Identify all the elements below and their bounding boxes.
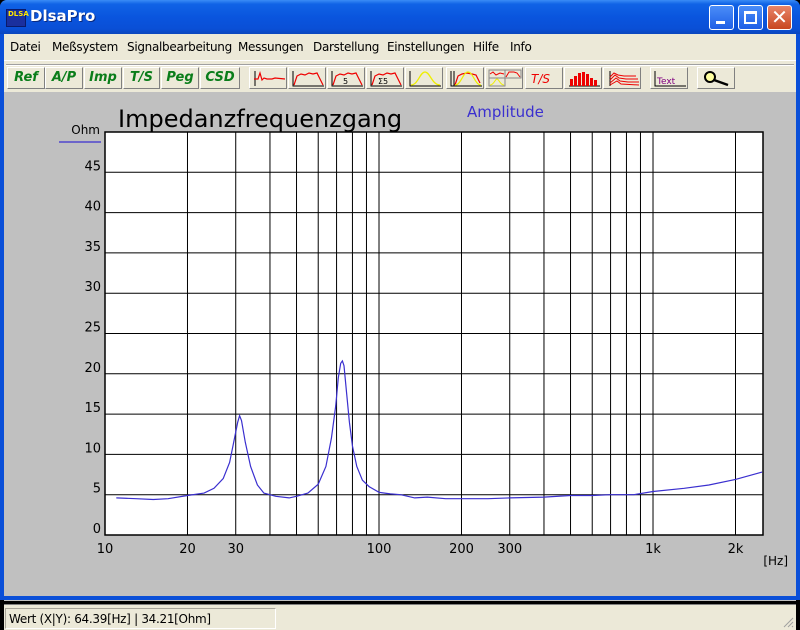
peg-button[interactable]: Peg — [161, 67, 199, 89]
window-function-button[interactable] — [405, 67, 443, 89]
impedance-chart[interactable]: Impedanzfrequenzgang Amplitude Ohm 05101… — [4, 92, 796, 601]
frequency-response-button[interactable] — [288, 67, 326, 89]
ref-button[interactable]: Ref — [7, 67, 45, 89]
status-bar: Wert (X|Y): 64.39[Hz] | 34.21[Ohm] — [4, 604, 796, 630]
y-tick-label: 15 — [84, 401, 101, 416]
x-tick-label: 10 — [97, 542, 114, 557]
impulse-response-icon — [254, 70, 286, 86]
title-bar[interactable]: DLSA DlsaPro ✕ — [0, 0, 800, 34]
window-bottom-border — [0, 596, 800, 600]
menu-darstellung[interactable]: Darstellung — [313, 40, 379, 54]
x-tick-label: 20 — [179, 542, 196, 557]
zoom-magnifier-icon — [704, 71, 729, 87]
filter-overlay-button[interactable] — [446, 67, 484, 89]
y-axis-unit: Ohm — [71, 123, 100, 137]
menu-bar: Datei Meßsystem Signalbearbeitung Messun… — [4, 34, 796, 60]
zoom-button[interactable] — [697, 67, 735, 89]
impulse-button[interactable] — [249, 67, 287, 89]
menu-messungen[interactable]: Messungen — [238, 40, 304, 54]
cursor-value-readout: Wert (X|Y): 64.39[Hz] | 34.21[Ohm] — [5, 608, 276, 629]
waterfall-button[interactable] — [603, 67, 641, 89]
x-tick-labels: 10 20 30 100 200 300 1k 2k — [97, 542, 744, 557]
chart-title: Impedanzfrequenzgang — [118, 105, 402, 133]
thiele-small-icon: T/S — [531, 72, 550, 86]
multi-view-icon — [488, 69, 522, 87]
menu-signalbearbeitung[interactable]: Signalbearbeitung — [127, 40, 232, 54]
waterfall-icon — [609, 71, 640, 86]
close-button[interactable]: ✕ — [767, 5, 792, 30]
frequency-response-5-icon: 5 — [331, 71, 363, 87]
menu-info[interactable]: Info — [510, 40, 532, 54]
y-tick-label: 45 — [84, 159, 101, 174]
toolbar-separator — [6, 64, 794, 66]
thiele-small-button[interactable]: T/S — [123, 67, 160, 89]
x-tick-label: 1k — [645, 542, 661, 557]
y-tick-labels: 0 5 10 15 20 25 30 35 40 45 — [84, 159, 101, 537]
text-icon: Text — [654, 71, 686, 87]
close-icon: ✕ — [771, 5, 788, 29]
y-tick-label: 0 — [93, 522, 101, 537]
bar-spectrum-icon — [569, 72, 600, 87]
svg-text:Text: Text — [656, 77, 676, 87]
y-tick-label: 20 — [84, 361, 101, 376]
impedance-button[interactable]: Imp — [84, 67, 122, 89]
svg-text:5: 5 — [343, 77, 348, 86]
y-tick-label: 30 — [84, 280, 101, 295]
chart-area: Impedanzfrequenzgang Amplitude Ohm 0 5 10 1… — [4, 92, 796, 601]
y-tick-label: 35 — [84, 240, 101, 255]
x-tick-label: 200 — [449, 542, 474, 557]
frequency-response-icon — [292, 71, 324, 87]
legend-amplitude: Amplitude — [467, 103, 544, 121]
minimize-button[interactable] — [709, 5, 734, 30]
maximize-button[interactable] — [738, 5, 763, 30]
thiele-small-params-button[interactable]: T/S — [525, 67, 563, 89]
frequency-response-sum5-icon: Σ5 — [370, 71, 402, 87]
x-tick-label: 2k — [728, 542, 744, 557]
y-tick-label: 10 — [84, 441, 101, 456]
svg-text:Σ5: Σ5 — [378, 77, 388, 86]
app-window: DLSA DlsaPro ✕ Datei Meßsystem Signalbea… — [0, 0, 800, 630]
window-title: DlsaPro — [30, 7, 96, 25]
x-axis-unit: [Hz] — [763, 554, 788, 568]
menu-datei[interactable]: Datei — [10, 40, 41, 54]
amplitude-phase-button[interactable]: A/P — [45, 67, 83, 89]
text-button[interactable]: Text — [650, 67, 688, 89]
y-tick-label: 40 — [84, 200, 101, 215]
frequency-response-sum5-button[interactable]: Σ5 — [366, 67, 404, 89]
svg-text:T/S: T/S — [531, 72, 550, 86]
bar-spectrum-button[interactable] — [564, 67, 602, 89]
y-tick-label: 25 — [84, 321, 101, 336]
toolbar: Ref A/P Imp T/S Peg CSD 5 Σ5 T/S Text — [4, 60, 796, 94]
window-function-icon — [409, 71, 441, 87]
x-tick-label: 100 — [367, 542, 392, 557]
app-logo-icon: DLSA — [6, 9, 29, 27]
minimize-icon — [716, 21, 725, 24]
menu-hilfe[interactable]: Hilfe — [473, 40, 499, 54]
x-tick-label: 300 — [497, 542, 522, 557]
csd-button[interactable]: CSD — [200, 67, 240, 89]
menu-messsystem[interactable]: Meßsystem — [52, 40, 118, 54]
x-tick-label: 30 — [227, 542, 244, 557]
resize-grip-icon[interactable] — [782, 616, 794, 628]
frequency-response-5-button[interactable]: 5 — [327, 67, 365, 89]
multi-view-button[interactable] — [485, 67, 523, 89]
menu-einstellungen[interactable]: Einstellungen — [387, 40, 465, 54]
client-area: Datei Meßsystem Signalbearbeitung Messun… — [4, 34, 796, 630]
maximize-icon — [744, 11, 757, 24]
y-tick-label: 5 — [93, 482, 101, 497]
filter-overlay-icon — [450, 71, 482, 87]
